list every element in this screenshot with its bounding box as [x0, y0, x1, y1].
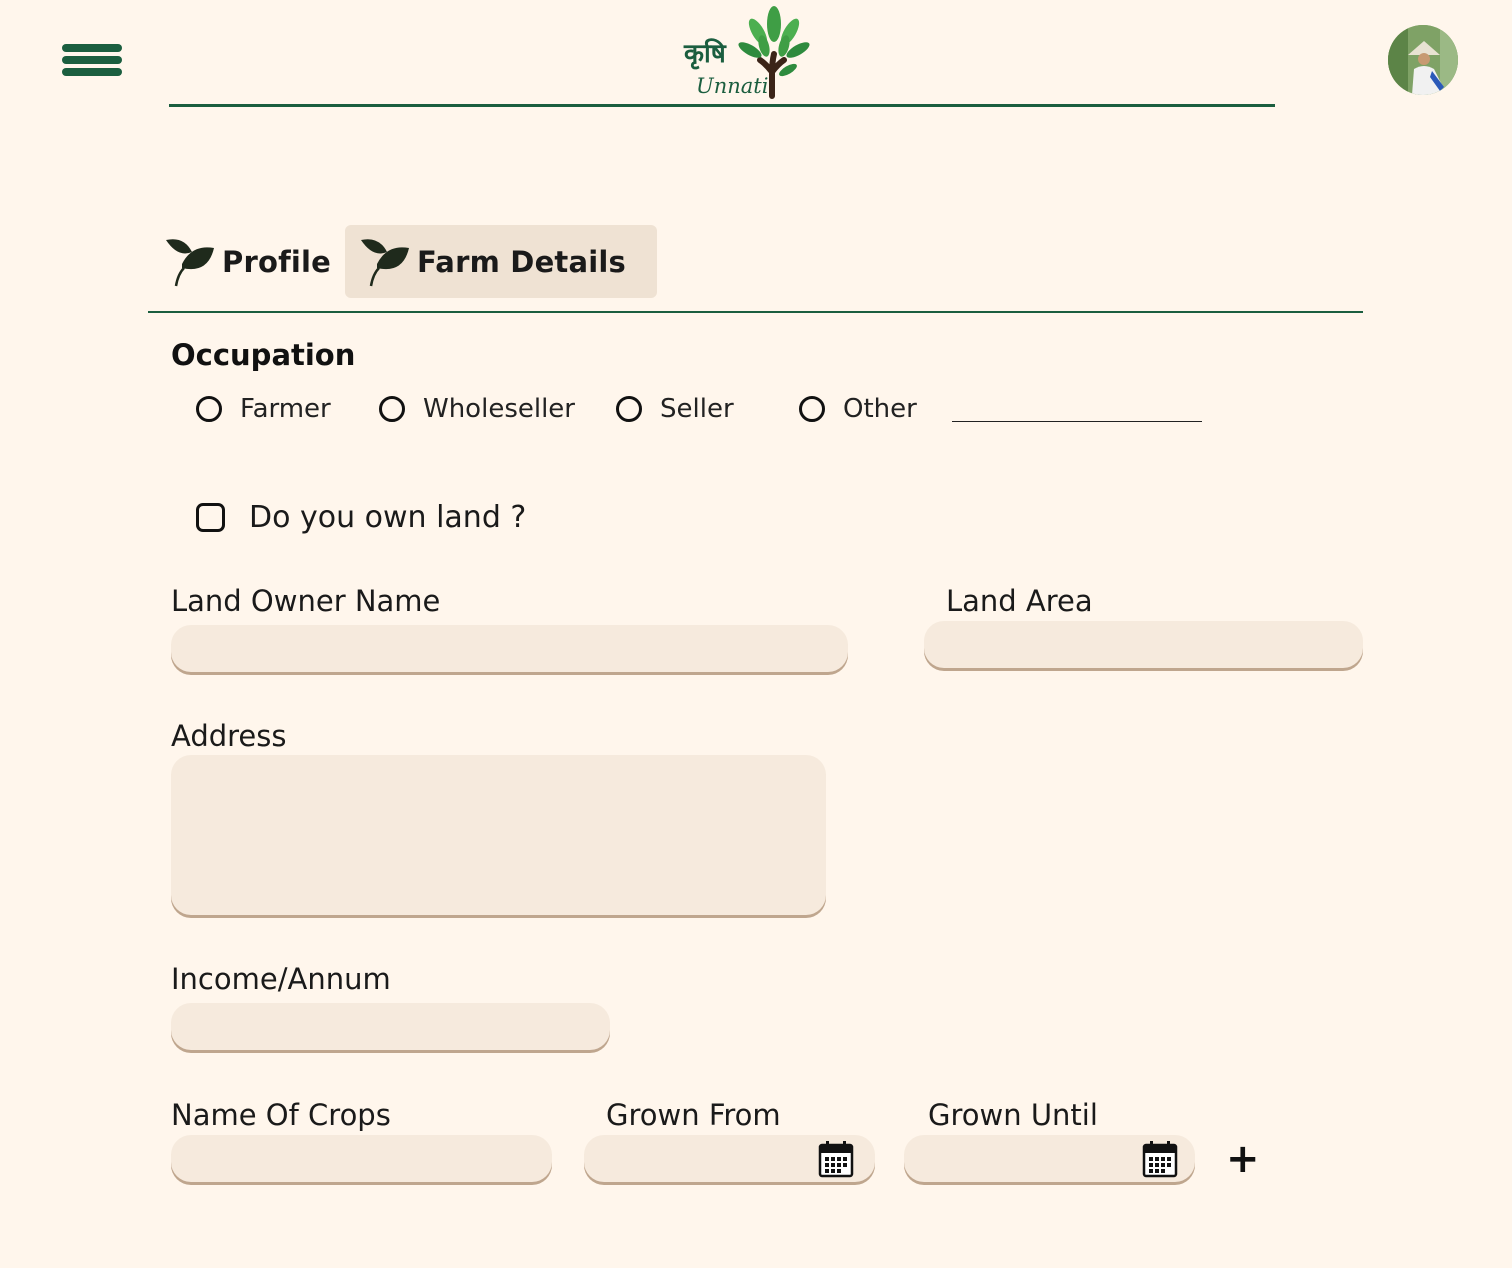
other-occupation-input[interactable]: [952, 421, 1202, 422]
own-land-checkbox[interactable]: Do you own land ?: [196, 496, 526, 538]
income-input[interactable]: [171, 1003, 610, 1050]
radio-farmer[interactable]: Farmer: [196, 392, 331, 426]
user-avatar-icon: [1388, 25, 1458, 95]
radio-circle[interactable]: [379, 396, 405, 422]
calendar-icon[interactable]: [818, 1140, 854, 1178]
radio-seller[interactable]: Seller: [616, 392, 734, 426]
income-label: Income/Annum: [171, 962, 391, 996]
grown-from-label: Grown From: [606, 1098, 781, 1132]
logo-hindi-text: कृषि: [684, 39, 726, 69]
land-area-label: Land Area: [946, 584, 1093, 618]
radio-farmer-label: Farmer: [240, 394, 331, 424]
tab-farm-details[interactable]: Farm Details: [345, 225, 657, 298]
own-land-label: Do you own land ?: [249, 499, 527, 535]
tabs-divider: [148, 311, 1363, 313]
radio-circle[interactable]: [196, 396, 222, 422]
tab-profile[interactable]: Profile: [150, 225, 340, 298]
tab-farm-details-label: Farm Details: [417, 244, 627, 279]
leaf-icon: [166, 238, 214, 286]
hamburger-icon: [62, 44, 122, 52]
radio-other-label: Other: [843, 394, 917, 424]
crops-label: Name Of Crops: [171, 1098, 391, 1132]
radio-other[interactable]: Other: [799, 392, 917, 426]
checkbox-box[interactable]: [196, 502, 225, 532]
tab-profile-label: Profile: [222, 244, 332, 279]
radio-wholeseller-label: Wholeseller: [423, 394, 575, 424]
avatar[interactable]: [1388, 25, 1458, 95]
logo-text: Unnati: [696, 74, 769, 98]
plus-icon: +: [1226, 1136, 1260, 1182]
hamburger-icon-bar: [62, 68, 122, 76]
menu-button[interactable]: [62, 44, 122, 76]
header-divider: [169, 104, 1275, 107]
radio-seller-label: Seller: [660, 394, 734, 424]
crops-input[interactable]: [171, 1135, 552, 1182]
land-area-input[interactable]: [924, 621, 1363, 668]
land-owner-name-input[interactable]: [171, 625, 848, 672]
radio-circle[interactable]: [799, 396, 825, 422]
calendar-icon[interactable]: [1142, 1140, 1178, 1178]
occupation-title: Occupation: [171, 338, 356, 372]
address-input[interactable]: [171, 755, 826, 915]
leaf-icon: [361, 238, 409, 286]
radio-circle[interactable]: [616, 396, 642, 422]
grown-until-label: Grown Until: [928, 1098, 1098, 1132]
radio-wholeseller[interactable]: Wholeseller: [379, 392, 575, 426]
hamburger-icon-bar: [62, 56, 122, 64]
land-owner-name-label: Land Owner Name: [171, 584, 441, 618]
app-logo: कृषि Unnati: [680, 2, 820, 102]
add-crop-button[interactable]: +: [1226, 1139, 1260, 1179]
address-label: Address: [171, 719, 287, 753]
